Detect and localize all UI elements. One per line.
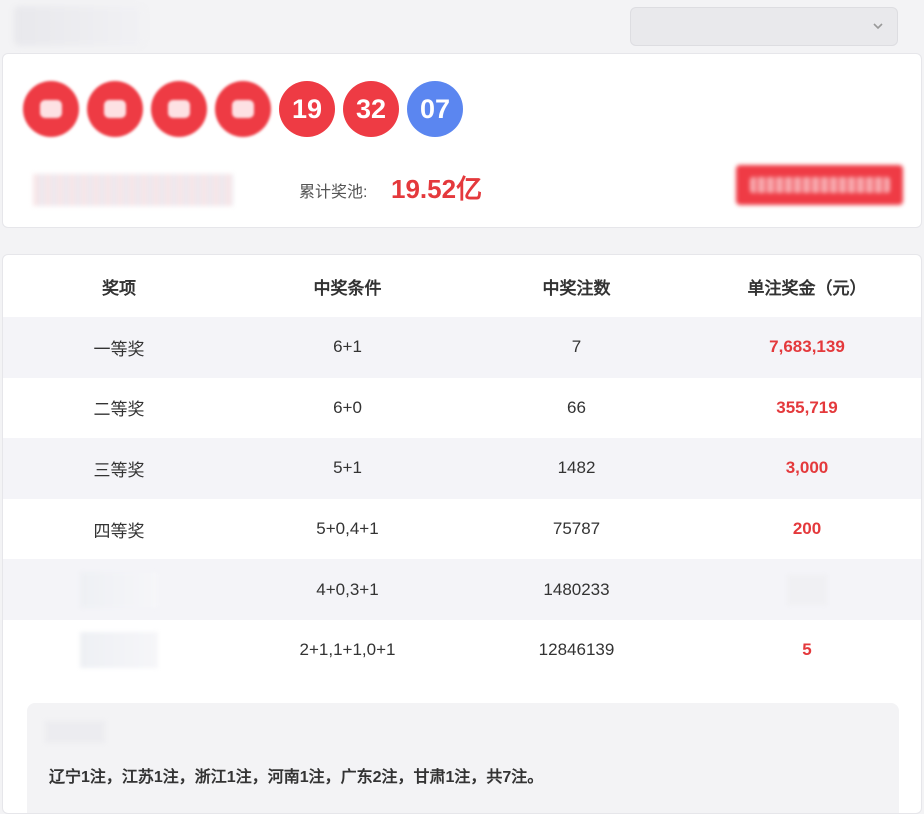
- cell-prize: 7,683,139: [769, 337, 845, 357]
- table-body: 一等奖 6+1 7 7,683,139 二等奖 6+0 66 355,719 三等奖 5+1 148…: [3, 317, 921, 681]
- cell-count: 7: [571, 337, 582, 357]
- red-ball: [151, 81, 207, 137]
- cell-prize: [693, 574, 921, 605]
- obscured-number: [232, 100, 254, 118]
- cell-level: 二等奖: [93, 400, 145, 420]
- obscured-level: [80, 632, 158, 669]
- cell-level: [3, 632, 235, 669]
- note-obscured: [45, 721, 105, 743]
- top-bar: [0, 0, 924, 52]
- cell-condition: 2+1,1+1,0+1: [299, 640, 396, 660]
- cell-level: [3, 571, 235, 608]
- cell-prize: 200: [792, 519, 822, 539]
- cell-count: 1482: [557, 458, 596, 478]
- cell-count: 1480233: [543, 579, 610, 599]
- pool-label: 累计奖池:: [299, 184, 368, 201]
- pool-value: 19.52亿: [391, 174, 483, 204]
- chevron-down-icon: [873, 23, 883, 30]
- header-prize: 单注奖金（元）: [747, 278, 867, 298]
- cell-count: 66: [567, 397, 586, 417]
- prize-table-card: 奖项 中奖条件 中奖注数 单注奖金（元） 一等奖 6+1 7 7,683,139 二等奖…: [2, 254, 922, 814]
- top-left-obscured-area: [14, 6, 144, 46]
- cell-prize: 5: [802, 640, 812, 660]
- ball-list: 19 32 07: [23, 81, 463, 137]
- draw-result-card: 19 32 07 累计奖池: 19.52亿: [2, 53, 922, 228]
- header-level: 奖项: [102, 278, 136, 298]
- cell-prize: 3,000: [785, 458, 829, 478]
- blue-ball: 07: [407, 81, 463, 137]
- table-row: 2+1,1+1,0+1 12846139 5: [3, 620, 921, 681]
- table-row: 一等奖 6+1 7 7,683,139: [3, 317, 921, 378]
- issue-select[interactable]: [630, 7, 898, 46]
- table-row: 三等奖 5+1 1482 3,000: [3, 438, 921, 499]
- table-row: 四等奖 5+0,4+1 75787 200: [3, 499, 921, 560]
- header-condition: 中奖条件: [313, 278, 382, 298]
- issue-info-obscured: [33, 174, 233, 206]
- winner-note-text: 辽宁1注，江苏1注，浙江1注，河南1注，广东2注，甘肃1注，共7注。: [49, 769, 544, 786]
- red-ball: 19: [279, 81, 335, 137]
- detail-button[interactable]: [736, 165, 903, 205]
- header-count: 中奖注数: [542, 278, 611, 298]
- obscured-level: [80, 571, 158, 608]
- table-header: 奖项 中奖条件 中奖注数 单注奖金（元）: [3, 255, 921, 317]
- obscured-prize: [787, 574, 827, 605]
- table-row: 二等奖 6+0 66 355,719: [3, 378, 921, 439]
- obscured-number: [40, 100, 62, 118]
- cell-level: 三等奖: [93, 460, 145, 480]
- cell-condition: 6+1: [333, 337, 362, 357]
- cell-condition: 4+0,3+1: [316, 579, 379, 599]
- cell-count: 12846139: [538, 640, 615, 660]
- cell-level: 一等奖: [93, 339, 145, 359]
- obscured-number: [168, 100, 190, 118]
- red-ball: [215, 81, 271, 137]
- winner-note: 辽宁1注，江苏1注，浙江1注，河南1注，广东2注，甘肃1注，共7注。: [27, 703, 899, 813]
- cell-condition: 5+0,4+1: [316, 519, 379, 539]
- obscured-number: [104, 100, 126, 118]
- cell-level: 四等奖: [93, 521, 145, 541]
- table-row: 4+0,3+1 1480233: [3, 559, 921, 620]
- cell-condition: 5+1: [333, 458, 362, 478]
- red-ball: 32: [343, 81, 399, 137]
- red-ball: [87, 81, 143, 137]
- cell-condition: 6+0: [333, 397, 362, 417]
- red-ball: [23, 81, 79, 137]
- cell-count: 75787: [552, 519, 601, 539]
- cell-prize: 355,719: [776, 397, 838, 417]
